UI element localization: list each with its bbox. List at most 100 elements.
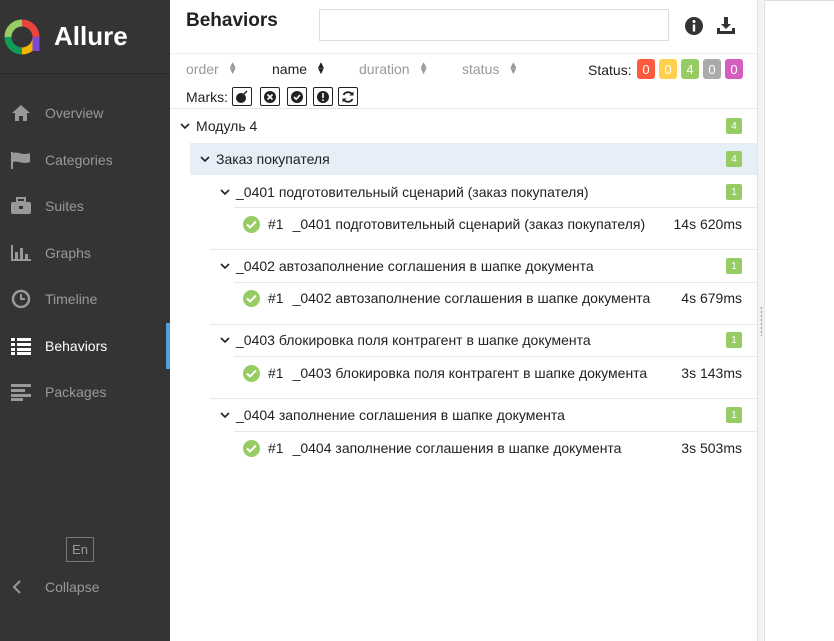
test-case-duration: 4s 679ms [681, 290, 742, 306]
chevron-down-icon [218, 259, 232, 273]
group-divider [210, 324, 758, 325]
group-count-badge: 1 [726, 184, 742, 200]
sidebar-item-packages[interactable]: Packages [0, 369, 170, 416]
behavior-group-0401[interactable]: _0401 подготовительный сценарий (заказ п… [170, 181, 758, 203]
sort-by-name[interactable]: name ▲ ▼ [272, 60, 326, 78]
test-case-row[interactable]: #1 _0402 автозаполнение соглашения в шап… [170, 287, 758, 309]
flag-icon [9, 150, 33, 170]
download-button[interactable] [715, 15, 737, 37]
row-divider [234, 356, 758, 357]
exclamation-circle-icon [317, 90, 329, 103]
collapse-button[interactable]: Collapse [0, 574, 99, 600]
sidebar-item-graphs[interactable]: Graphs [0, 230, 170, 277]
test-case-name: _0404 заполнение соглашения в шапке доку… [292, 440, 622, 456]
row-divider [234, 431, 758, 432]
sidebar-nav: Overview Categories Suites Graphs Timeli… [0, 90, 170, 416]
group-name: _0404 заполнение соглашения в шапке доку… [236, 407, 565, 423]
feature-name: Модуль 4 [196, 118, 258, 134]
story-node[interactable]: Заказ покупателя 4 [190, 143, 758, 175]
language-switch-button[interactable]: En [66, 537, 94, 562]
chevron-down-icon [178, 119, 192, 133]
pane-splitter[interactable] [757, 0, 765, 641]
sort-arrows-icon: ▲ ▼ [418, 60, 429, 77]
sidebar-item-label: Suites [45, 198, 84, 215]
chevron-down-icon [218, 185, 232, 199]
test-case-duration: 14s 620ms [673, 216, 742, 232]
row-divider [234, 207, 758, 208]
clock-icon [9, 289, 33, 309]
status-broken-toggle[interactable]: 0 [659, 59, 677, 79]
sidebar-item-label: Categories [45, 151, 113, 168]
sort-by-duration[interactable]: duration ▲ ▼ [359, 60, 429, 78]
group-divider [210, 398, 758, 399]
test-case-number: #1 [268, 365, 284, 381]
sidebar-item-overview[interactable]: Overview [0, 90, 170, 137]
sidebar-item-label: Overview [45, 105, 104, 122]
times-circle-icon [264, 90, 276, 103]
mark-new-failed-toggle[interactable] [260, 87, 280, 106]
group-count-badge: 1 [726, 258, 742, 274]
passed-status-icon [243, 439, 260, 457]
test-case-number: #1 [268, 290, 284, 306]
allure-logo-icon [4, 19, 40, 54]
passed-status-icon [243, 364, 260, 382]
status-passed-toggle[interactable]: 4 [681, 59, 699, 79]
status-skipped-toggle[interactable]: 0 [703, 59, 721, 79]
status-failed-toggle[interactable]: 0 [637, 59, 655, 79]
group-name: _0403 блокировка поля контрагент в шапке… [236, 332, 591, 348]
behaviors-pane: Behaviors order ▲ ▼ name ▲ ▼ duration ▲ ▼ s… [170, 0, 760, 641]
sort-arrows-icon: ▲ ▼ [316, 60, 326, 77]
test-case-row[interactable]: #1 _0404 заполнение соглашения в шапке д… [170, 437, 758, 459]
sidebar-item-suites[interactable]: Suites [0, 183, 170, 230]
refresh-icon [342, 90, 354, 103]
mark-retries-toggle[interactable] [338, 87, 358, 106]
test-case-number: #1 [268, 216, 284, 232]
sidebar-item-behaviors[interactable]: Behaviors [0, 322, 170, 370]
sidebar-item-label: Behaviors [45, 337, 108, 354]
passed-status-icon [243, 289, 260, 307]
sidebar-item-timeline[interactable]: Timeline [0, 276, 170, 323]
search-input[interactable] [319, 9, 669, 41]
test-case-row[interactable]: #1 _0403 блокировка поля контрагент в ша… [170, 362, 758, 384]
test-case-duration: 3s 143ms [681, 365, 742, 381]
status-unknown-toggle[interactable]: 0 [725, 59, 743, 79]
test-case-name: _0401 подготовительный сценарий (заказ п… [292, 216, 646, 232]
sort-by-status[interactable]: status ▲ ▼ [462, 60, 519, 78]
chevron-left-icon [12, 580, 24, 594]
bar-chart-icon [9, 243, 33, 263]
test-case-duration: 3s 503ms [681, 440, 742, 456]
drag-handle-icon [760, 306, 763, 336]
group-count-badge: 1 [726, 332, 742, 348]
info-button[interactable] [683, 15, 705, 37]
behavior-group-0404[interactable]: _0404 заполнение соглашения в шапке доку… [170, 404, 758, 426]
chevron-down-icon [218, 408, 232, 422]
group-name: _0401 подготовительный сценарий (заказ п… [236, 184, 589, 200]
group-name: _0402 автозаполнение соглашения в шапке … [236, 258, 594, 274]
tree-toolbar: order ▲ ▼ name ▲ ▼ duration ▲ ▼ status ▲ ▼ S… [170, 53, 758, 109]
mark-new-broken-toggle[interactable] [313, 87, 333, 106]
chevron-down-icon [198, 152, 212, 166]
test-case-name: _0403 блокировка поля контрагент в шапке… [292, 365, 648, 381]
sort-label: status [462, 61, 500, 77]
sort-label: name [272, 61, 308, 77]
feature-node[interactable]: Модуль 4 4 [170, 115, 758, 137]
sort-arrows-icon: ▲ ▼ [227, 60, 238, 77]
test-case-row[interactable]: #1 _0401 подготовительный сценарий (зака… [170, 213, 758, 235]
mark-new-passed-toggle[interactable] [287, 87, 307, 106]
feature-count-badge: 4 [726, 118, 742, 134]
marks-label: Marks: [186, 89, 228, 105]
download-icon [717, 17, 735, 34]
behavior-group-0403[interactable]: _0403 блокировка поля контрагент в шапке… [170, 329, 758, 351]
briefcase-icon [9, 196, 33, 216]
sidebar-item-label: Timeline [45, 291, 98, 308]
align-left-icon [9, 382, 33, 402]
sidebar-item-categories[interactable]: Categories [0, 137, 170, 184]
brand[interactable]: Allure [0, 0, 170, 74]
sidebar-item-label: Packages [45, 384, 107, 401]
sort-label: order [186, 61, 219, 77]
mark-flaky-toggle[interactable] [232, 87, 252, 106]
behavior-group-0402[interactable]: _0402 автозаполнение соглашения в шапке … [170, 255, 758, 277]
sidebar: Allure Overview Categories Suites Graphs [0, 0, 170, 641]
sort-by-order[interactable]: order ▲ ▼ [186, 60, 238, 78]
sort-arrows-icon: ▲ ▼ [508, 60, 519, 77]
